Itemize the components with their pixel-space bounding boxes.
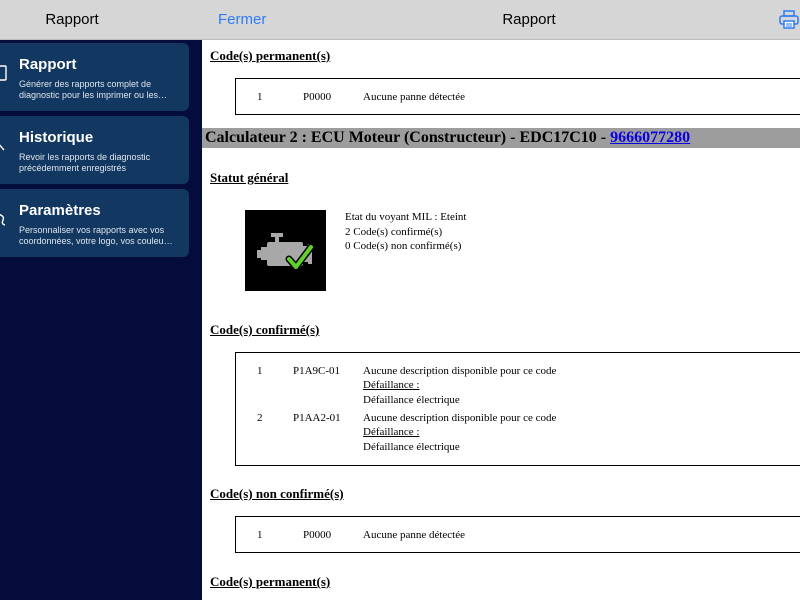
code-description: Aucune description disponible pour ce co… bbox=[363, 412, 557, 424]
section-title-confirmed-codes: Code(s) confirmé(s) bbox=[210, 322, 320, 337]
document-icon bbox=[0, 65, 7, 81]
calculator-label: Calculateur 2 : ECU Moteur (Constructeur… bbox=[205, 129, 611, 146]
sidebar-title: Rapport bbox=[45, 11, 99, 28]
confirmed-codes-box: 1 P1A9C-01 Aucune description disponible… bbox=[235, 352, 800, 466]
engine-check-icon bbox=[245, 210, 326, 291]
code-description: Aucune panne détectée bbox=[363, 91, 465, 103]
unconfirmed-count: 0 Code(s) non confirmé(s) bbox=[345, 240, 462, 252]
code-value: P0000 bbox=[303, 91, 332, 103]
calculator-bar: Calculateur 2 : ECU Moteur (Constructeur… bbox=[202, 128, 800, 148]
page-title: Rapport bbox=[502, 11, 556, 28]
code-number: 1 bbox=[257, 91, 263, 103]
sidebar-item-label: Rapport bbox=[19, 56, 77, 73]
sidebar-item-description: Personnaliser vos rapports avec vos coor… bbox=[19, 225, 173, 246]
calculator-link[interactable]: 9666077280 bbox=[610, 129, 690, 146]
code-number: 2 bbox=[257, 412, 263, 424]
unconfirmed-codes-box: 1 P0000 Aucune panne détectée bbox=[235, 516, 800, 553]
sidebar-item-description: Générer des rapports complet de diagnost… bbox=[19, 79, 168, 100]
section-title-general-status: Statut général bbox=[210, 170, 289, 185]
calculator-heading: Calculateur 2 : ECU Moteur (Constructeur… bbox=[205, 129, 690, 147]
section-title-next-partial: Code(s) permanent(s) bbox=[210, 574, 331, 589]
sidebar: Rapport Rapport Générer des rapports com… bbox=[0, 0, 202, 600]
sidebar-item-historique[interactable]: Historique Revoir les rapports de diagno… bbox=[0, 116, 189, 184]
code-number: 1 bbox=[257, 529, 263, 541]
code-description: Aucune description disponible pour ce co… bbox=[363, 365, 557, 377]
mil-status: Etat du voyant MIL : Eteint bbox=[345, 211, 467, 223]
fault-value: Défaillance électrique bbox=[363, 441, 460, 453]
code-value: P1AA2-01 bbox=[293, 412, 341, 424]
printer-icon[interactable] bbox=[779, 10, 799, 29]
permanent-codes-box: 1 P0000 Aucune panne détectée bbox=[235, 78, 800, 115]
sidebar-item-rapport[interactable]: Rapport Générer des rapports complet de … bbox=[0, 43, 189, 111]
sidebar-item-parametres[interactable]: Paramètres Personnaliser vos rapports av… bbox=[0, 189, 189, 257]
report-pane: Fermer Rapport Code(s) permanent(s) 1 P0… bbox=[202, 0, 800, 600]
fault-label: Défaillance : bbox=[363, 426, 420, 438]
report-header: Fermer Rapport bbox=[202, 0, 800, 40]
code-description: Aucune panne détectée bbox=[363, 529, 465, 541]
code-value: P0000 bbox=[303, 529, 332, 541]
sidebar-item-label: Paramètres bbox=[19, 202, 101, 219]
section-title-permanent-codes: Code(s) permanent(s) bbox=[210, 48, 331, 63]
sidebar-item-label: Historique bbox=[19, 129, 94, 146]
report-document: Code(s) permanent(s) 1 P0000 Aucune pann… bbox=[202, 40, 800, 600]
settings-icon bbox=[0, 213, 6, 226]
history-icon bbox=[0, 144, 5, 151]
fault-value: Défaillance électrique bbox=[363, 394, 460, 406]
sidebar-item-description: Revoir les rapports de diagnostic précéd… bbox=[19, 152, 151, 173]
code-number: 1 bbox=[257, 365, 263, 377]
section-title-unconfirmed-codes: Code(s) non confirmé(s) bbox=[210, 486, 344, 501]
code-value: P1A9C-01 bbox=[293, 365, 341, 377]
fault-label: Défaillance : bbox=[363, 379, 420, 391]
confirmed-count: 2 Code(s) confirmé(s) bbox=[345, 226, 443, 238]
sidebar-header: Rapport bbox=[0, 0, 202, 40]
